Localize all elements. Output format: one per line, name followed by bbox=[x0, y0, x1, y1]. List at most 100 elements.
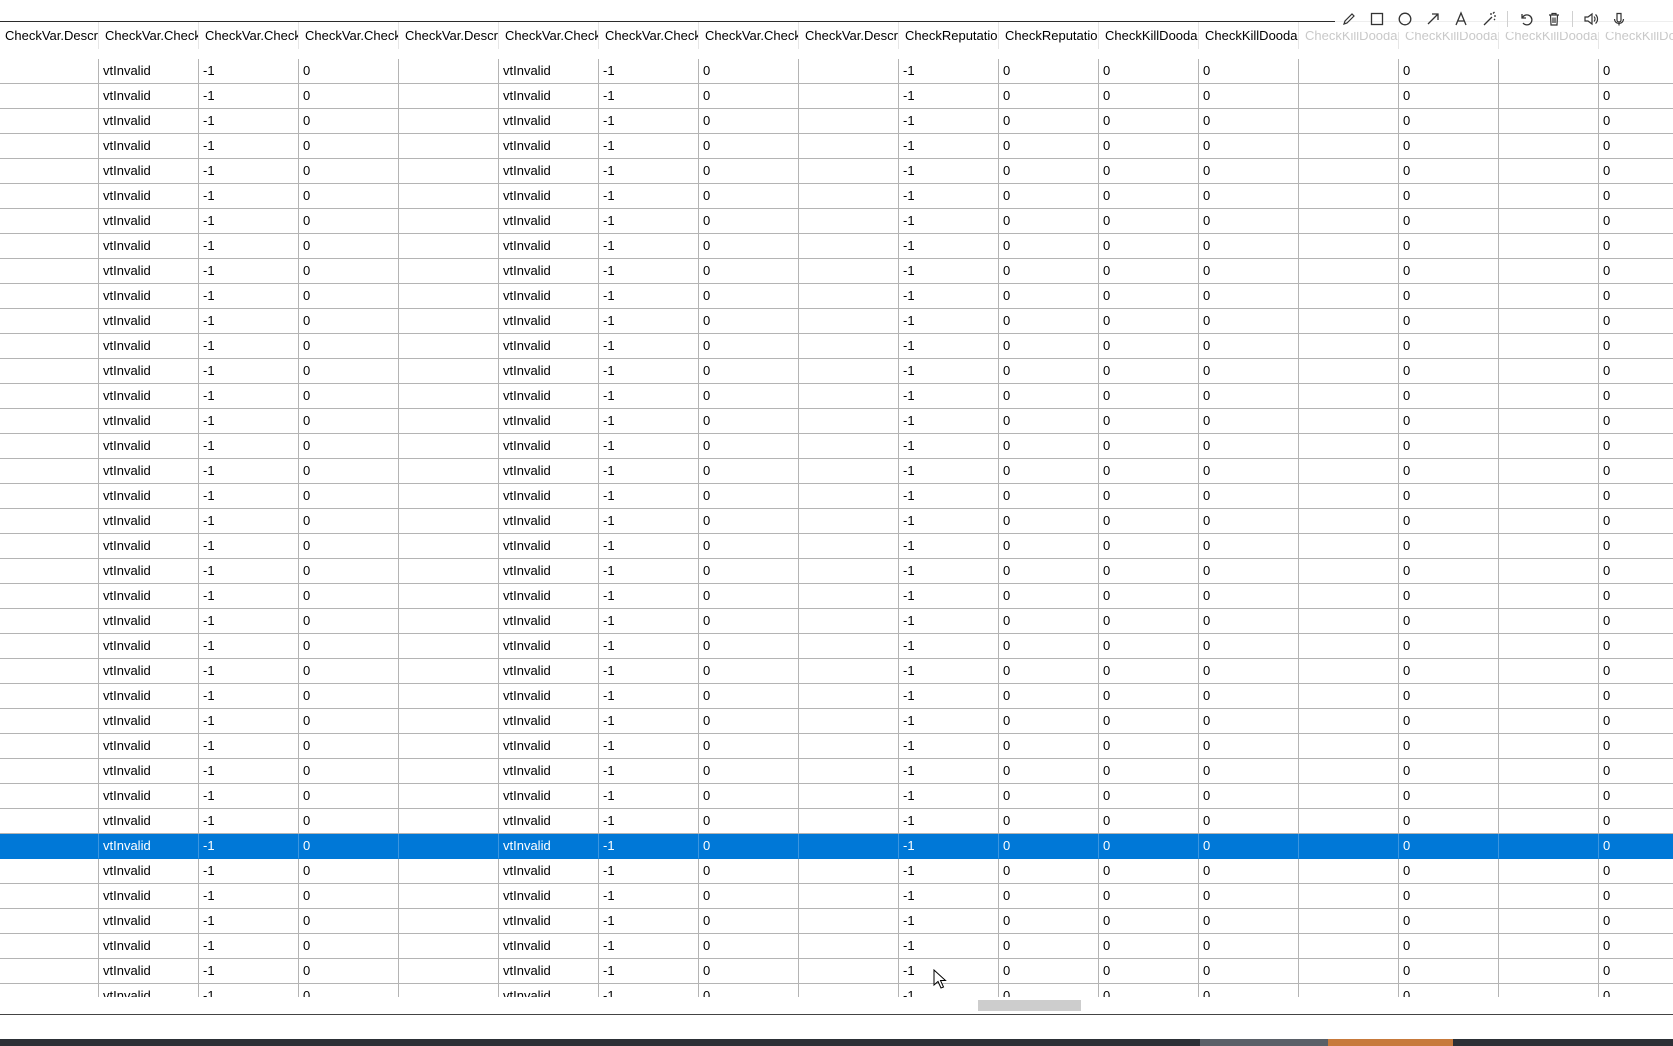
table-cell[interactable]: -1 bbox=[199, 259, 299, 284]
table-cell[interactable]: 0 bbox=[1399, 259, 1499, 284]
table-cell[interactable] bbox=[799, 934, 899, 959]
table-cell[interactable]: 0 bbox=[699, 159, 799, 184]
table-cell[interactable] bbox=[1299, 259, 1399, 284]
table-cell[interactable]: 0 bbox=[1599, 59, 1673, 84]
table-cell[interactable] bbox=[399, 634, 499, 659]
column-header[interactable]: CheckReputatio bbox=[999, 22, 1099, 49]
table-cell[interactable]: -1 bbox=[199, 809, 299, 834]
table-cell[interactable]: 0 bbox=[699, 684, 799, 709]
table-cell[interactable] bbox=[399, 584, 499, 609]
table-cell[interactable]: -1 bbox=[899, 559, 999, 584]
table-cell[interactable]: vtInvalid bbox=[499, 659, 599, 684]
table-cell[interactable] bbox=[799, 209, 899, 234]
table-cell[interactable]: 0 bbox=[1399, 584, 1499, 609]
table-cell[interactable]: 0 bbox=[1599, 909, 1673, 934]
table-cell[interactable]: -1 bbox=[199, 984, 299, 997]
table-cell[interactable]: 0 bbox=[1399, 484, 1499, 509]
table-cell[interactable]: 0 bbox=[699, 284, 799, 309]
table-cell[interactable]: vtInvalid bbox=[499, 209, 599, 234]
table-cell[interactable]: -1 bbox=[199, 409, 299, 434]
table-cell[interactable]: vtInvalid bbox=[99, 484, 199, 509]
table-cell[interactable] bbox=[399, 959, 499, 984]
table-cell[interactable]: 0 bbox=[299, 834, 399, 859]
table-cell[interactable]: 0 bbox=[1199, 159, 1299, 184]
table-cell[interactable]: vtInvalid bbox=[499, 184, 599, 209]
table-cell[interactable] bbox=[1499, 309, 1599, 334]
table-cell[interactable] bbox=[0, 84, 99, 109]
table-cell[interactable]: 0 bbox=[1099, 809, 1199, 834]
table-cell[interactable] bbox=[799, 384, 899, 409]
table-cell[interactable]: vtInvalid bbox=[499, 834, 599, 859]
magic-wand-icon[interactable] bbox=[1475, 6, 1503, 32]
table-cell[interactable] bbox=[0, 534, 99, 559]
table-cell[interactable]: 0 bbox=[699, 384, 799, 409]
table-cell[interactable] bbox=[399, 159, 499, 184]
table-cell[interactable]: -1 bbox=[899, 809, 999, 834]
table-cell[interactable]: 0 bbox=[999, 859, 1099, 884]
table-cell[interactable] bbox=[799, 909, 899, 934]
table-cell[interactable] bbox=[1499, 484, 1599, 509]
table-cell[interactable]: vtInvalid bbox=[499, 134, 599, 159]
table-cell[interactable] bbox=[1299, 709, 1399, 734]
pencil-icon[interactable] bbox=[1335, 6, 1363, 32]
table-cell[interactable]: 0 bbox=[1099, 859, 1199, 884]
table-cell[interactable]: 0 bbox=[1599, 434, 1673, 459]
table-cell[interactable]: 0 bbox=[1599, 359, 1673, 384]
table-cell[interactable]: -1 bbox=[899, 884, 999, 909]
table-cell[interactable]: vtInvalid bbox=[499, 409, 599, 434]
table-cell[interactable]: 0 bbox=[299, 159, 399, 184]
table-cell[interactable]: -1 bbox=[599, 134, 699, 159]
table-cell[interactable]: -1 bbox=[199, 309, 299, 334]
table-cell[interactable]: vtInvalid bbox=[99, 409, 199, 434]
table-cell[interactable]: vtInvalid bbox=[99, 59, 199, 84]
table-cell[interactable]: 0 bbox=[299, 384, 399, 409]
table-cell[interactable]: 0 bbox=[699, 959, 799, 984]
table-cell[interactable]: 0 bbox=[1099, 559, 1199, 584]
table-cell[interactable] bbox=[0, 884, 99, 909]
table-cell[interactable] bbox=[399, 909, 499, 934]
table-cell[interactable]: 0 bbox=[1399, 784, 1499, 809]
table-row[interactable]: vtInvalid -1 0 vtInvalid -1 0 -1 0 0 0 0 0 bbox=[0, 484, 1673, 509]
table-cell[interactable]: 0 bbox=[699, 609, 799, 634]
table-cell[interactable] bbox=[1499, 759, 1599, 784]
table-cell[interactable]: 0 bbox=[999, 259, 1099, 284]
table-cell[interactable]: 0 bbox=[1399, 684, 1499, 709]
table-row[interactable]: vtInvalid -1 0 vtInvalid -1 0 -1 0 0 0 0 0 bbox=[0, 234, 1673, 259]
table-cell[interactable]: -1 bbox=[899, 459, 999, 484]
table-cell[interactable] bbox=[799, 984, 899, 997]
table-cell[interactable]: 0 bbox=[1199, 834, 1299, 859]
table-cell[interactable] bbox=[1299, 884, 1399, 909]
table-cell[interactable] bbox=[1499, 934, 1599, 959]
table-cell[interactable]: -1 bbox=[899, 909, 999, 934]
table-cell[interactable] bbox=[1299, 384, 1399, 409]
table-cell[interactable]: 0 bbox=[1399, 159, 1499, 184]
table-cell[interactable]: 0 bbox=[1099, 359, 1199, 384]
table-cell[interactable]: vtInvalid bbox=[499, 684, 599, 709]
table-cell[interactable] bbox=[0, 109, 99, 134]
table-cell[interactable]: 0 bbox=[1599, 984, 1673, 997]
table-cell[interactable]: vtInvalid bbox=[499, 509, 599, 534]
table-cell[interactable]: -1 bbox=[899, 209, 999, 234]
table-cell[interactable]: 0 bbox=[299, 759, 399, 784]
undo-icon[interactable] bbox=[1512, 6, 1540, 32]
table-cell[interactable]: vtInvalid bbox=[499, 384, 599, 409]
table-cell[interactable]: 0 bbox=[1399, 509, 1499, 534]
table-row[interactable]: vtInvalid -1 0 vtInvalid -1 0 -1 0 0 0 0 0 bbox=[0, 384, 1673, 409]
table-cell[interactable]: -1 bbox=[899, 784, 999, 809]
table-cell[interactable]: 0 bbox=[1199, 709, 1299, 734]
table-cell[interactable]: -1 bbox=[199, 284, 299, 309]
table-cell[interactable]: vtInvalid bbox=[99, 334, 199, 359]
table-cell[interactable]: 0 bbox=[1599, 709, 1673, 734]
table-cell[interactable]: -1 bbox=[899, 334, 999, 359]
table-cell[interactable]: -1 bbox=[899, 159, 999, 184]
table-cell[interactable] bbox=[399, 59, 499, 84]
table-cell[interactable]: 0 bbox=[299, 134, 399, 159]
table-cell[interactable]: 0 bbox=[1199, 484, 1299, 509]
table-cell[interactable] bbox=[1499, 259, 1599, 284]
table-cell[interactable]: vtInvalid bbox=[499, 734, 599, 759]
table-cell[interactable]: vtInvalid bbox=[99, 159, 199, 184]
table-cell[interactable] bbox=[1499, 859, 1599, 884]
table-cell[interactable]: 0 bbox=[999, 709, 1099, 734]
table-cell[interactable]: 0 bbox=[299, 284, 399, 309]
table-row[interactable]: vtInvalid -1 0 vtInvalid -1 0 -1 0 0 0 0 0 bbox=[0, 134, 1673, 159]
